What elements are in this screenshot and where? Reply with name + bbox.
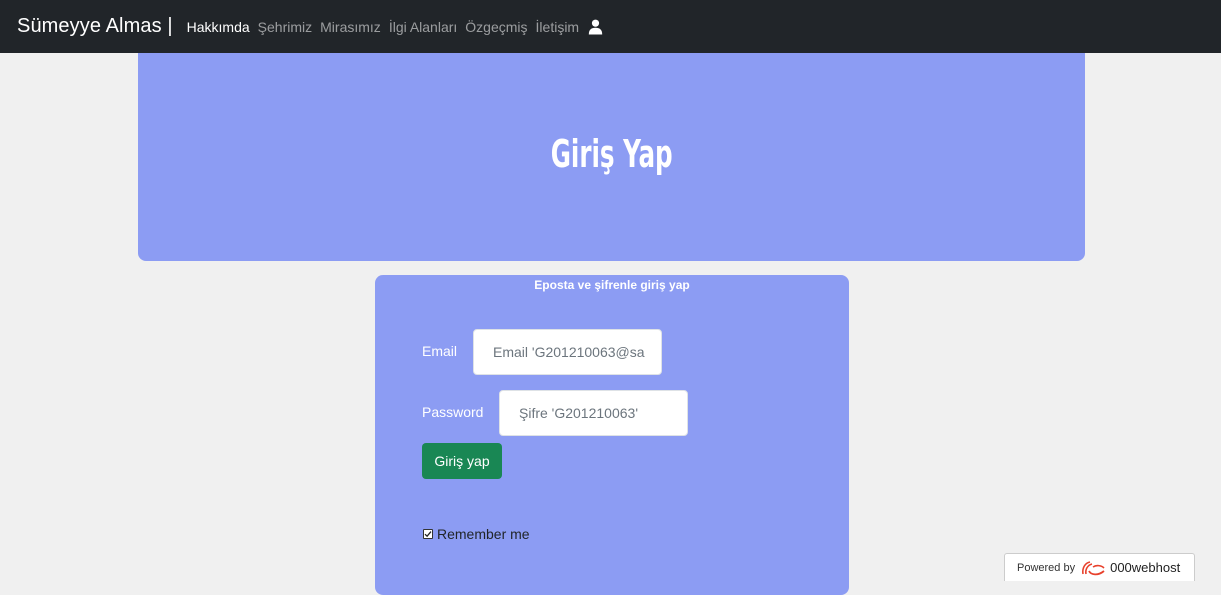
remember-checkbox[interactable] — [423, 529, 433, 539]
remember-me[interactable]: Remember me — [423, 526, 530, 542]
nav-links: Hakkımda Şehrimiz Mirasımız İlgi Alanlar… — [187, 19, 603, 35]
brand-title[interactable]: Sümeyye Almas | — [17, 15, 173, 38]
check-icon — [424, 531, 432, 538]
password-input[interactable] — [499, 390, 688, 436]
webhost-logo-icon — [1082, 560, 1105, 575]
email-label: Email — [422, 343, 458, 359]
nav-link-ilgi-alanlari[interactable]: İlgi Alanları — [389, 19, 457, 35]
webhost-name: 000webhost — [1110, 560, 1181, 575]
nav-link-mirasimiz[interactable]: Mirasımız — [320, 19, 381, 35]
powered-by-text: Powered by — [1017, 561, 1076, 574]
powered-by-badge[interactable]: Powered by 000webhost — [1004, 553, 1195, 581]
page-title: Giriş Yap — [550, 132, 673, 176]
login-submit-button[interactable]: Giriş yap — [422, 443, 502, 479]
form-heading: Eposta ve şifrenle giriş yap — [534, 278, 690, 292]
navbar: Sümeyye Almas | Hakkımda Şehrimiz Mirası… — [0, 0, 1221, 53]
email-input[interactable] — [473, 329, 662, 375]
remember-label: Remember me — [437, 526, 530, 542]
nav-link-iletisim[interactable]: İletişim — [536, 19, 580, 35]
nav-link-hakkimda[interactable]: Hakkımda — [187, 19, 250, 35]
password-label: Password — [422, 404, 484, 420]
hero-banner: Giriş Yap — [138, 53, 1085, 261]
user-icon[interactable] — [588, 19, 603, 35]
nav-link-sehrimiz[interactable]: Şehrimiz — [258, 19, 312, 35]
nav-link-ozgecmis[interactable]: Özgeçmiş — [465, 19, 527, 35]
login-form: Eposta ve şifrenle giriş yap Email Passw… — [375, 275, 849, 595]
